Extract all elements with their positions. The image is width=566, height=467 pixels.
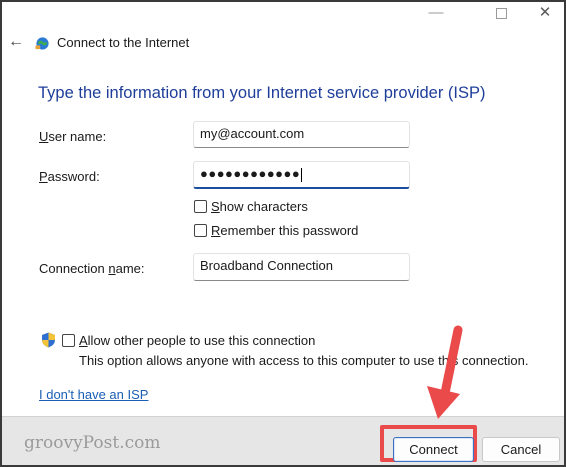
annotation-arrow	[427, 325, 463, 419]
dialog-window: — ✕ ← Connect to the Internet Type the i…	[0, 0, 566, 467]
